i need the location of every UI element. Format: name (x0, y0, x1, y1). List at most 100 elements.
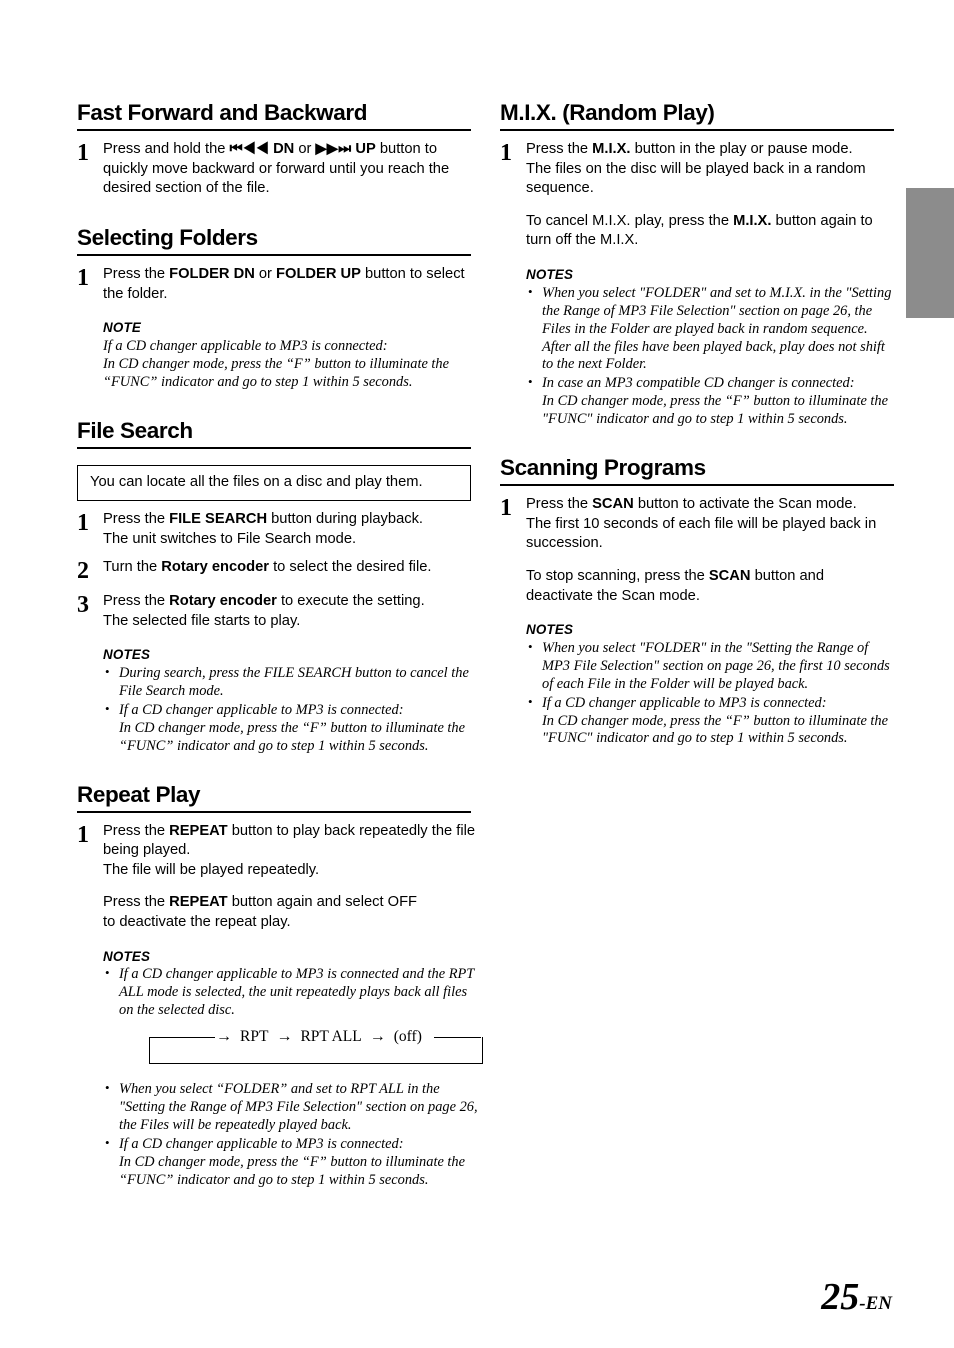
step-number: 1 (500, 140, 512, 167)
note-item: In case an MP3 compatible CD changer is … (526, 374, 894, 429)
cycle-item: RPT (240, 1028, 269, 1046)
notes-title: NOTES (103, 647, 151, 663)
note-line: During search, press the FILE SEARCH but… (119, 665, 469, 699)
note-item: When you select “FOLDER” and set to RPT … (103, 1080, 481, 1135)
step-body: Press the Rotary encoder to execute the … (103, 592, 471, 756)
arrow-icon: → (369, 1028, 386, 1046)
notes-title: NOTES (526, 622, 574, 638)
section-mix-random-play: M.I.X. (Random Play) 1 Press the M.I.X. … (500, 100, 894, 429)
step-number: 1 (77, 265, 89, 292)
note-line: If a CD changer applicable to MP3 is con… (119, 966, 475, 1019)
note-line: If a CD changer applicable to MP3 is con… (119, 701, 404, 718)
step: 1 Press the FILE SEARCH button during pl… (77, 510, 471, 549)
step: 1 Press the REPEAT button to play back r… (77, 821, 483, 1190)
notes-title: NOTES (103, 948, 151, 964)
step-paragraph: Press the REPEAT button again and select… (103, 894, 418, 930)
step: 3 Press the Rotary encoder to execute th… (77, 592, 471, 756)
step-paragraph: To stop scanning, press the SCAN button … (526, 567, 825, 604)
step-paragraph: To cancel M.I.X. play, press the M.I.X. … (526, 212, 873, 249)
note-line: If a CD changer applicable to MP3 is con… (103, 337, 388, 354)
step: 1 Press the M.I.X. button in the play or… (500, 140, 894, 429)
note-line: When you select "FOLDER" in the "Setting… (542, 639, 890, 692)
page-number-value: 25 (821, 1276, 860, 1318)
step-paragraph: Press the SCAN button to activate the Sc… (526, 496, 877, 552)
note-line: In CD changer mode, press the “F” button… (119, 719, 466, 754)
arrow-icon: → (216, 1028, 232, 1046)
step: 1 Press the SCAN button to activate the … (500, 495, 894, 748)
note-line: If a CD changer applicable to MP3 is con… (119, 1135, 404, 1152)
note-line: In CD changer mode, press the “F” button… (119, 1153, 466, 1188)
section-fast-forward-and-backward: Fast Forward and Backward 1 Press and ho… (77, 100, 471, 199)
note-line: If a CD changer applicable to MP3 is con… (542, 694, 827, 711)
note-line: In CD changer mode, press the “F” button… (542, 712, 889, 747)
notes-block: NOTES If a CD changer applicable to MP3 … (103, 948, 483, 1190)
section-repeat-play: Repeat Play 1 Press the REPEAT button to… (77, 782, 483, 1190)
step: 2 Turn the Rotary encoder to select the … (77, 558, 471, 583)
page-number-suffix: -EN (859, 1293, 892, 1314)
chapter-edge-tab (906, 188, 954, 318)
step-paragraph: Press the Rotary encoder to execute the … (103, 593, 425, 629)
cycle-item: RPT ALL (300, 1028, 362, 1046)
note-line: In case an MP3 compatible CD changer is … (542, 375, 855, 392)
step-number: 2 (77, 558, 89, 585)
section-heading: Repeat Play (77, 782, 471, 813)
note-line: In CD changer mode, press the “F” button… (542, 393, 889, 428)
step-body: Press the FOLDER DN or FOLDER UP button … (103, 265, 471, 392)
note-line: When you select "FOLDER" and set to M.I.… (542, 284, 892, 373)
step-body: Turn the Rotary encoder to select the de… (103, 558, 471, 578)
step-body: Press the REPEAT button to play back rep… (103, 822, 483, 1190)
section-heading: Fast Forward and Backward (77, 100, 471, 132)
right-column: M.I.X. (Random Play) 1 Press the M.I.X. … (500, 100, 894, 748)
note-item: If a CD changer applicable to MP3 is con… (103, 965, 481, 1020)
note-item: When you select "FOLDER" in the "Setting… (526, 639, 894, 694)
step-number: 1 (77, 821, 89, 848)
step-body: Press the M.I.X. button in the play or p… (526, 140, 894, 429)
step-number: 1 (500, 495, 512, 522)
arrow-icon: → (276, 1028, 293, 1046)
section-selecting-folders: Selecting Folders 1 Press the FOLDER DN … (77, 225, 471, 392)
section-file-search: File Search You can locate all the files… (77, 418, 471, 756)
step-number: 3 (77, 592, 89, 619)
section-heading: M.I.X. (Random Play) (500, 100, 894, 132)
step-paragraph: Press the FILE SEARCH button during play… (103, 511, 424, 547)
notes-block: NOTES When you select "FOLDER" and set t… (526, 266, 894, 429)
notes-list: During search, press the FILE SEARCH but… (103, 664, 471, 756)
cycle-lead-line (149, 1036, 215, 1038)
section-heading: Selecting Folders (77, 225, 471, 257)
manual-page: Fast Forward and Backward 1 Press and ho… (0, 0, 954, 1348)
note-item: If a CD changer applicable to MP3 is con… (103, 1135, 481, 1190)
section-heading: File Search (77, 418, 471, 449)
notes-list: When you select "FOLDER" in the "Setting… (526, 639, 894, 749)
step-number: 1 (77, 510, 89, 536)
note-line: In CD changer mode, press the “F” button… (103, 355, 450, 390)
note-title: NOTE (103, 320, 141, 336)
step-body: Press the FILE SEARCH button during play… (103, 510, 471, 549)
section-heading: Scanning Programs (500, 455, 894, 487)
cycle-tail-line (433, 1036, 481, 1038)
notes-title: NOTES (526, 266, 574, 282)
page-number: 25-EN (821, 1278, 892, 1316)
notes-list: When you select "FOLDER" and set to M.I.… (526, 284, 894, 429)
step-paragraph: Press the REPEAT button to play back rep… (103, 822, 476, 878)
notes-block: NOTES During search, press the FILE SEAR… (103, 646, 471, 755)
section-scanning-programs: Scanning Programs 1 Press the SCAN butto… (500, 455, 894, 748)
notes-block: NOTES When you select "FOLDER" in the "S… (526, 621, 894, 748)
step-number: 1 (77, 140, 89, 167)
step-paragraph: Press the FOLDER DN or FOLDER UP button … (103, 266, 465, 302)
note-item: If a CD changer applicable to MP3 is con… (526, 694, 894, 749)
step-body: Press the SCAN button to activate the Sc… (526, 495, 894, 748)
file-search-callout: You can locate all the files on a disc a… (77, 464, 471, 501)
cycle-item: (off) (393, 1028, 422, 1046)
note-block: NOTE If a CD changer applicable to MP3 i… (103, 319, 471, 392)
step-paragraph: Press and hold the ⏮◀◀ DN or ▶▶⏭ UP butt… (103, 141, 450, 197)
step: 1 Press the FOLDER DN or FOLDER UP butto… (77, 265, 471, 392)
notes-list: If a CD changer applicable to MP3 is con… (103, 965, 481, 1020)
step-body: Press and hold the ⏮◀◀ DN or ▶▶⏭ UP butt… (103, 140, 471, 199)
left-column: Fast Forward and Backward 1 Press and ho… (77, 100, 483, 1190)
notes-list: When you select “FOLDER” and set to RPT … (103, 1080, 481, 1190)
cycle-row: → RPT → RPT ALL → (off) (149, 1029, 481, 1045)
note-item: If a CD changer applicable to MP3 is con… (103, 701, 471, 756)
step-paragraph: Turn the Rotary encoder to select the de… (103, 559, 432, 576)
note-item: When you select "FOLDER" and set to M.I.… (526, 284, 894, 375)
step-paragraph: Press the M.I.X. button in the play or p… (526, 141, 866, 197)
